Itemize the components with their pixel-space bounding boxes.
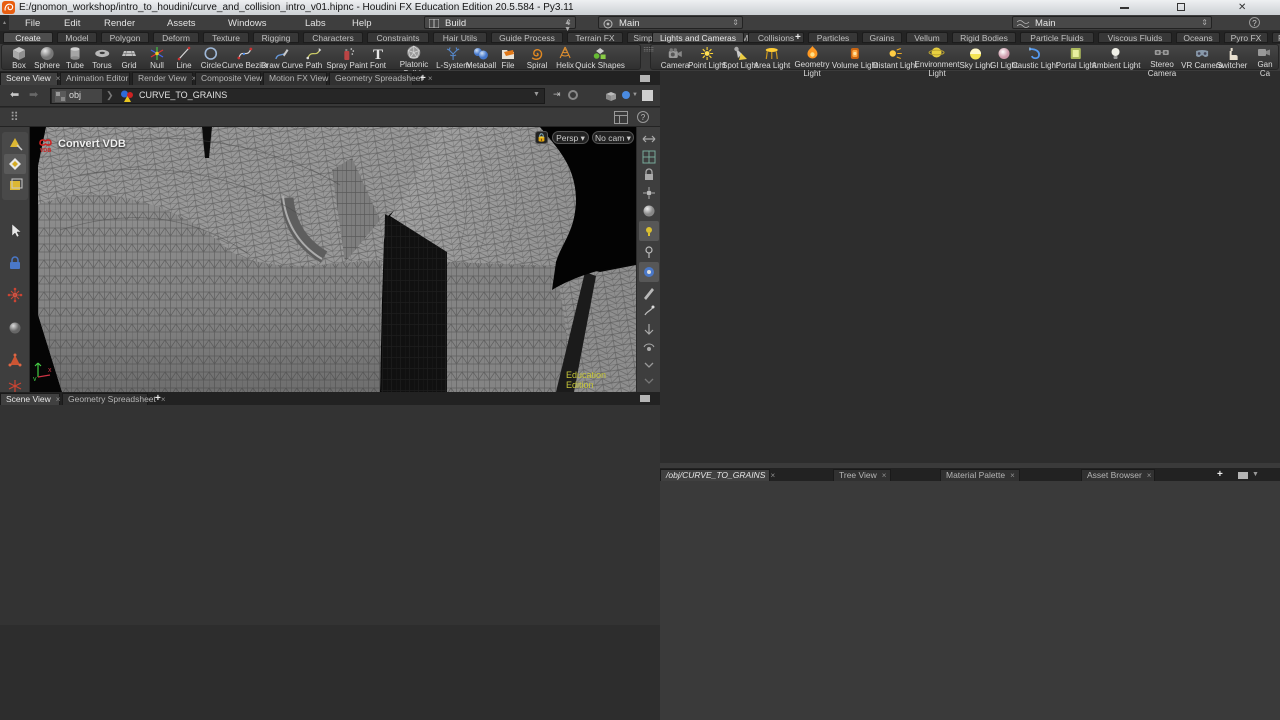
svg-text:VDB: VDB	[40, 148, 52, 153]
svg-text:y: y	[33, 376, 37, 381]
svg-text:x: x	[48, 367, 52, 374]
svg-text:T: T	[373, 47, 383, 61]
